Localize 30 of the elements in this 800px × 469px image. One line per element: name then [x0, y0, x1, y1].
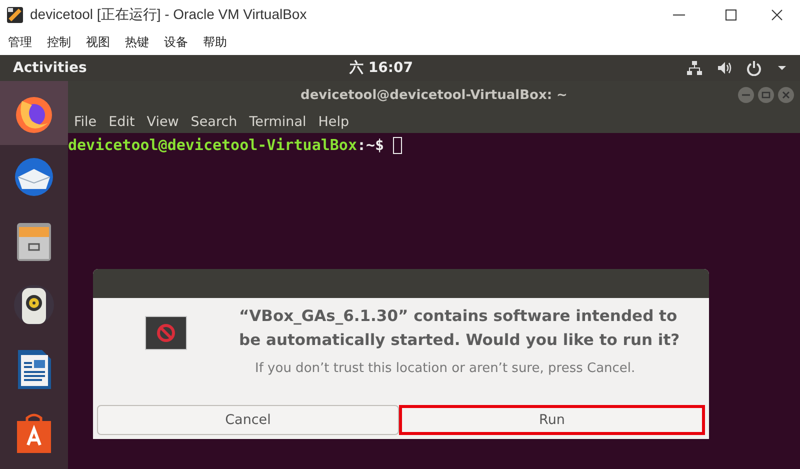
prompt-user: devicetool@devicetool-VirtualBox [68, 136, 357, 154]
network-icon[interactable] [686, 60, 702, 76]
menu-item[interactable]: 视图 [86, 34, 110, 51]
cancel-button[interactable]: Cancel [97, 405, 399, 435]
window-title: devicetool [正在运行] - Oracle VM VirtualBox [30, 6, 308, 24]
terminal-title: devicetool@devicetool-VirtualBox: ~ [300, 88, 568, 103]
menu-item[interactable]: View [146, 114, 179, 130]
dock-item-highlight[interactable] [0, 81, 68, 145]
activities-button[interactable]: Activities [13, 60, 350, 76]
volume-icon[interactable] [716, 60, 732, 76]
app-icon [6, 6, 24, 24]
menu-item[interactable]: 设备 [164, 34, 188, 51]
menu-item[interactable]: 热键 [125, 34, 149, 51]
speaker-icon[interactable] [12, 283, 56, 327]
menu-item[interactable]: Terminal [249, 114, 306, 130]
menu-item[interactable]: Edit [108, 114, 135, 130]
clock[interactable]: 六 16:07 [350, 59, 686, 77]
menu-item[interactable]: 控制 [47, 34, 71, 51]
text-cursor [393, 136, 402, 154]
power-icon[interactable] [746, 60, 762, 76]
dialog-heading: “VBox_GAs_6.1.30” contains software intended to be automatically started. Would you like to run it? [239, 306, 681, 351]
prohibited-icon [145, 316, 187, 350]
menu-item[interactable]: File [74, 114, 97, 130]
dialog-message: If you don’t trust this location or aren’t sure, press Cancel. [254, 361, 636, 376]
menu-item[interactable]: 管理 [8, 34, 32, 51]
run-button[interactable]: Run [399, 405, 705, 435]
menu-item[interactable]: 帮助 [203, 34, 227, 51]
menu-item[interactable]: Help [318, 114, 350, 130]
prompt-path: :~$ [356, 136, 384, 154]
menu-item[interactable]: Search [190, 114, 238, 130]
